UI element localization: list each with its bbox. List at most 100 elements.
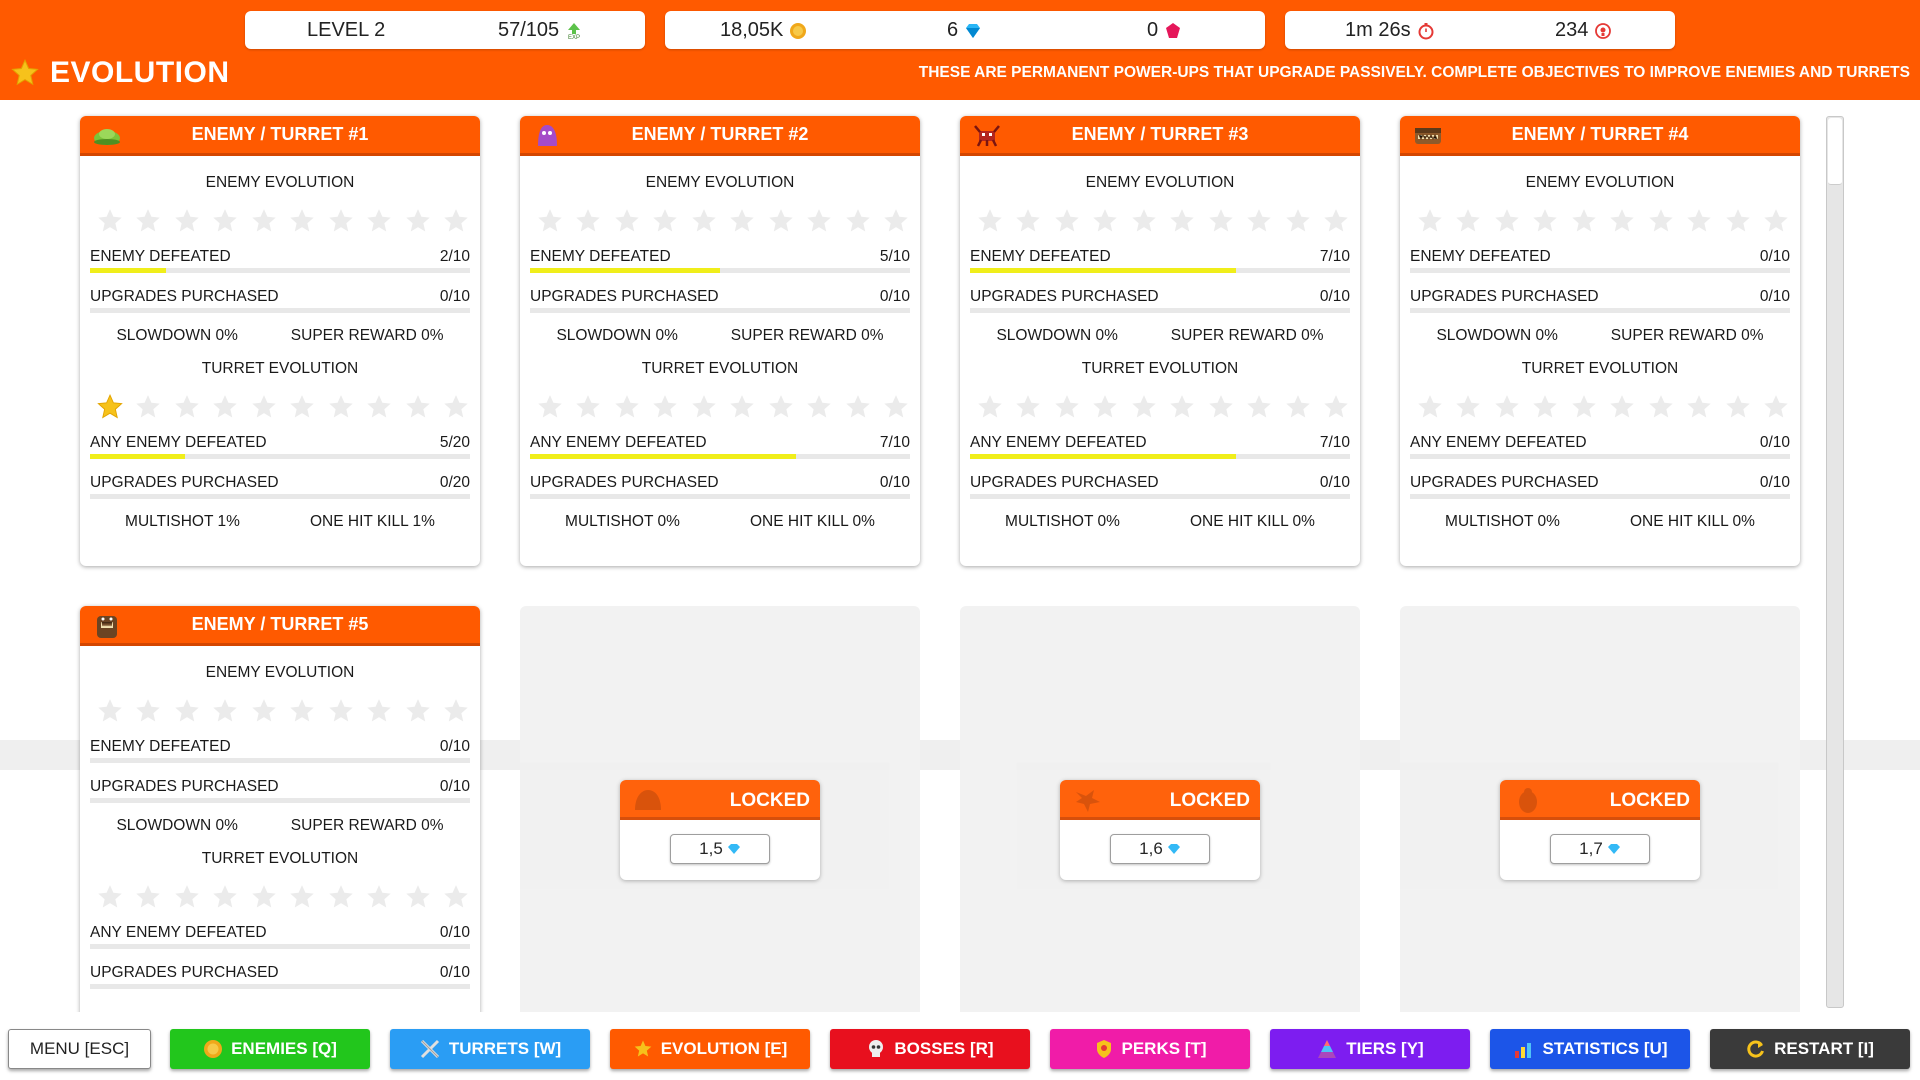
level-label: LEVEL 2: [307, 19, 386, 41]
progress-bar: [1410, 494, 1790, 499]
progress-value: 0/10: [439, 964, 470, 981]
star-empty-icon: [728, 207, 756, 235]
progress-bar: [90, 494, 470, 499]
brown-barrel-enemy-icon: [92, 612, 122, 638]
diamond-icon: [1607, 843, 1621, 855]
slowdown-stat: SLOWDOWN 0%: [116, 327, 238, 344]
progress-bar: [530, 268, 910, 273]
star-empty-icon: [651, 393, 679, 421]
star-empty-icon: [1014, 207, 1042, 235]
turrets-button-label: TURRETS [W]: [448, 1039, 562, 1058]
slowdown-stat: SLOWDOWN 0%: [1436, 327, 1558, 344]
progress-value: 0/10: [1759, 434, 1790, 451]
bar-chart-icon: [1513, 1039, 1535, 1059]
star-empty-icon: [690, 207, 718, 235]
star-empty-icon: [211, 207, 239, 235]
star-empty-icon: [1454, 207, 1482, 235]
brown-chest-enemy-icon: [1412, 122, 1442, 148]
star-empty-icon: [651, 207, 679, 235]
scrollbar-thumb[interactable]: [1828, 118, 1842, 185]
enemy-evolution-stars: [1400, 206, 1800, 236]
star-empty-icon: [288, 697, 316, 725]
crossed-swords-icon: [419, 1038, 441, 1060]
green-blob-enemy-icon: [92, 122, 122, 148]
stopwatch-icon: [1417, 22, 1435, 40]
progress-row-enemy-defeated: ENEMY DEFEATED 0/10: [90, 726, 470, 766]
restart-button[interactable]: RESTART [I]: [1710, 1029, 1910, 1069]
star-empty-icon: [1531, 393, 1559, 421]
rubies-value: 0: [1147, 19, 1159, 41]
progress-fill: [970, 454, 1236, 459]
one-hit-kill-stat: ONE HIT KILL 0%: [1190, 513, 1315, 530]
menu-button[interactable]: MENU [ESC]: [8, 1029, 151, 1069]
enemy-modifiers: SLOWDOWN 0% SUPER REWARD 0%: [970, 316, 1350, 356]
unlock-price-button[interactable]: 1,7: [1550, 834, 1650, 864]
orange-figure-silhouette-icon: [1512, 786, 1544, 820]
perks-button[interactable]: PERKS [T]: [1050, 1029, 1250, 1069]
currency-pill: 18,05K 6 0: [665, 11, 1265, 49]
star-empty-icon: [1454, 393, 1482, 421]
progress-value: 0/10: [879, 288, 910, 305]
page-subtitle: THESE ARE PERMANENT POWER-UPS THAT UPGRA…: [918, 64, 1910, 81]
star-empty-icon: [134, 883, 162, 911]
star-empty-icon: [1053, 393, 1081, 421]
star-empty-icon: [1570, 207, 1598, 235]
perks-button-label: PERKS [T]: [1121, 1039, 1207, 1058]
turret-modifiers: MULTISHOT 0% ONE HIT KILL 0%: [1410, 502, 1790, 542]
star-empty-icon: [365, 393, 393, 421]
star-empty-icon: [1416, 207, 1444, 235]
star-empty-icon: [976, 207, 1004, 235]
locked-slot-6: LOCKED 1,5: [520, 606, 920, 1012]
star-empty-icon: [96, 697, 124, 725]
progress-label: UPGRADES PURCHASED: [90, 474, 279, 491]
star-empty-icon: [1416, 393, 1444, 421]
super-reward-stat: SUPER REWARD 0%: [1610, 327, 1764, 344]
progress-value: 0/10: [1319, 288, 1350, 305]
enemies-button[interactable]: ENEMIES [Q]: [170, 1029, 370, 1069]
evolution-button[interactable]: EVOLUTION [E]: [610, 1029, 810, 1069]
star-empty-icon: [1493, 207, 1521, 235]
super-reward-stat: SUPER REWARD 0%: [1170, 327, 1324, 344]
card-title: ENEMY / TURRET #5: [191, 614, 369, 634]
restart-icon: [1746, 1039, 1766, 1059]
star-empty-icon: [1322, 393, 1350, 421]
progress-value: 5/10: [879, 248, 910, 265]
star-empty-icon: [173, 393, 201, 421]
turrets-button[interactable]: TURRETS [W]: [390, 1029, 590, 1069]
content-scrollbar[interactable]: [1826, 116, 1844, 1008]
progress-value: 0/10: [1759, 474, 1790, 491]
progress-row-enemy-defeated: ENEMY DEFEATED 2/10: [90, 236, 470, 276]
star-icon: [10, 58, 40, 88]
star-empty-icon: [134, 207, 162, 235]
star-empty-icon: [211, 393, 239, 421]
star-empty-icon: [1762, 393, 1790, 421]
progress-value: 0/10: [879, 474, 910, 491]
star-empty-icon: [1493, 393, 1521, 421]
locked-panel: LOCKED 1,5: [620, 780, 820, 880]
progress-row-turret-upgrades: UPGRADES PURCHASED 0/10: [530, 462, 910, 502]
bosses-button[interactable]: BOSSES [R]: [830, 1029, 1030, 1069]
unlock-price-button[interactable]: 1,6: [1110, 834, 1210, 864]
star-empty-icon: [1608, 393, 1636, 421]
progress-label: ENEMY DEFEATED: [90, 738, 231, 755]
multishot-stat: MULTISHOT 0%: [1005, 513, 1120, 530]
star-empty-icon: [1284, 393, 1312, 421]
progress-bar: [530, 308, 910, 313]
progress-label: ANY ENEMY DEFEATED: [90, 434, 267, 451]
star-empty-icon: [1130, 207, 1158, 235]
progress-row-enemy-upgrades: UPGRADES PURCHASED 0/10: [90, 766, 470, 806]
star-empty-icon: [1284, 207, 1312, 235]
enemy-modifiers: SLOWDOWN 0% SUPER REWARD 0%: [90, 316, 470, 356]
star-empty-icon: [327, 883, 355, 911]
progress-bar: [90, 758, 470, 763]
tiers-button[interactable]: TIERS [Y]: [1270, 1029, 1470, 1069]
progress-value: 0/10: [439, 738, 470, 755]
star-empty-icon: [574, 393, 602, 421]
page-title: EVOLUTION: [50, 56, 230, 89]
purple-ghost-enemy-icon: [532, 122, 562, 148]
progress-bar: [970, 308, 1350, 313]
enemy-evolution-title: ENEMY EVOLUTION: [645, 174, 795, 191]
statistics-button[interactable]: STATISTICS [U]: [1490, 1029, 1690, 1069]
unlock-price-button[interactable]: 1,5: [670, 834, 770, 864]
star-empty-icon: [1091, 207, 1119, 235]
